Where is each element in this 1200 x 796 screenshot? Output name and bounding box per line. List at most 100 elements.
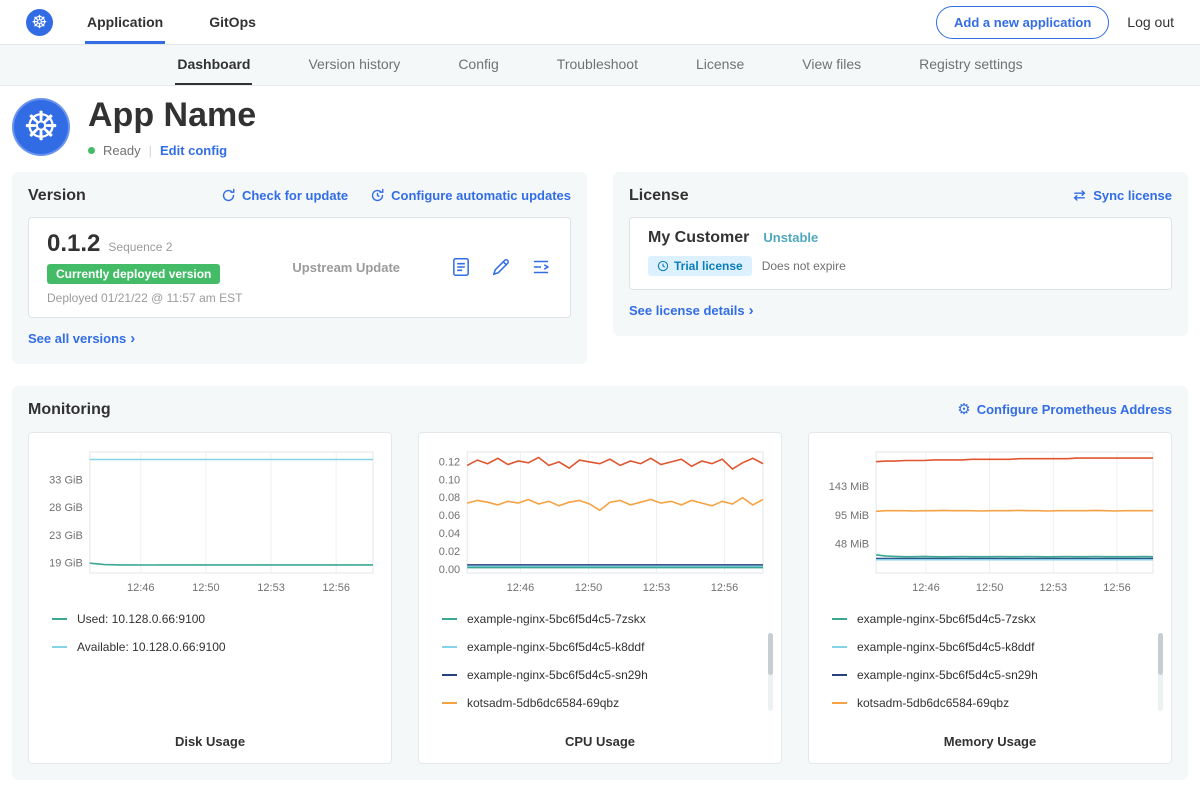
chevron-right-icon: › bbox=[130, 330, 135, 347]
legend-label: Available: 10.128.0.66:9100 bbox=[77, 640, 226, 654]
upstream-update-label: Upstream Update bbox=[242, 260, 450, 275]
legend-swatch-icon bbox=[442, 674, 457, 676]
svg-text:95 MiB: 95 MiB bbox=[835, 510, 869, 522]
legend-item: example-nginx-5bc6f5d4c5-7zskx bbox=[442, 612, 770, 626]
svg-text:48 MiB: 48 MiB bbox=[835, 538, 869, 550]
configure-automatic-updates-label: Configure automatic updates bbox=[391, 188, 571, 203]
legend-scrollbar[interactable] bbox=[768, 633, 773, 711]
tab-gitops[interactable]: GitOps bbox=[207, 0, 258, 44]
monitoring-links: ⚙ Configure Prometheus Address bbox=[957, 402, 1172, 417]
current-version-box: 0.1.2 Sequence 2 Currently deployed vers… bbox=[28, 217, 571, 318]
license-card-header: License Sync license bbox=[629, 187, 1172, 205]
memory-usage-panel: 12:4612:5012:5312:5648 MiB95 MiB143 MiB … bbox=[808, 432, 1172, 764]
cpu-usage-panel: 12:4612:5012:5312:560.000.020.040.060.08… bbox=[418, 432, 782, 764]
legend-swatch-icon bbox=[832, 618, 847, 620]
version-number-row: 0.1.2 Sequence 2 bbox=[47, 230, 242, 258]
edit-config-link[interactable]: Edit config bbox=[160, 143, 227, 158]
cpu-usage-chart: 12:4612:5012:5312:560.000.020.040.060.08… bbox=[430, 445, 770, 597]
circular-arrow-icon bbox=[370, 188, 385, 203]
scrollbar-thumb[interactable] bbox=[768, 633, 773, 675]
subnav-item-troubleshoot[interactable]: Troubleshoot bbox=[555, 45, 640, 85]
check-for-update-link[interactable]: Check for update bbox=[221, 188, 348, 203]
svg-text:0.06: 0.06 bbox=[439, 510, 460, 522]
edit-config-icon[interactable] bbox=[490, 256, 512, 278]
legend-item: example-nginx-5bc6f5d4c5-sn29h bbox=[442, 668, 770, 682]
top-navbar: ☸ Application GitOps Add a new applicati… bbox=[0, 0, 1200, 45]
svg-text:19 GiB: 19 GiB bbox=[49, 557, 83, 569]
version-action-icons bbox=[450, 256, 552, 278]
svg-text:0.10: 0.10 bbox=[439, 474, 460, 486]
version-card: Version Check for update Configure autom… bbox=[12, 172, 587, 364]
version-number: 0.1.2 bbox=[47, 230, 100, 258]
svg-text:12:56: 12:56 bbox=[1103, 582, 1131, 594]
legend-label: example-nginx-5bc6f5d4c5-sn29h bbox=[857, 668, 1038, 682]
svg-text:12:46: 12:46 bbox=[127, 582, 155, 594]
legend-scrollbar[interactable] bbox=[1158, 633, 1163, 711]
memory-usage-chart: 12:4612:5012:5312:5648 MiB95 MiB143 MiB bbox=[820, 445, 1160, 597]
see-license-details-label: See license details bbox=[629, 303, 745, 318]
svg-text:23 GiB: 23 GiB bbox=[49, 530, 83, 542]
subnav-item-license[interactable]: License bbox=[694, 45, 746, 85]
app-header: ☸ App Name Ready | Edit config bbox=[0, 86, 1200, 170]
disk-usage-panel: 12:4612:5012:5312:5619 GiB23 GiB28 GiB33… bbox=[28, 432, 392, 764]
main-content: Version Check for update Configure autom… bbox=[0, 170, 1200, 780]
sync-license-label: Sync license bbox=[1093, 188, 1172, 203]
svg-text:0.04: 0.04 bbox=[439, 528, 460, 540]
chart-line bbox=[876, 510, 1153, 511]
subnav-item-version-history[interactable]: Version history bbox=[306, 45, 402, 85]
subnav-item-registry-settings[interactable]: Registry settings bbox=[917, 45, 1024, 85]
legend-swatch-icon bbox=[832, 702, 847, 704]
svg-text:12:50: 12:50 bbox=[192, 582, 220, 594]
chart-line bbox=[467, 497, 763, 510]
release-notes-icon[interactable] bbox=[450, 256, 472, 278]
subnav-item-dashboard[interactable]: Dashboard bbox=[175, 45, 252, 85]
svg-text:33 GiB: 33 GiB bbox=[49, 474, 83, 486]
see-license-details-link[interactable]: See license details › bbox=[629, 302, 754, 319]
legend-item: kotsadm-5db6dc6584-69qbz bbox=[832, 696, 1160, 710]
configure-prometheus-link[interactable]: ⚙ Configure Prometheus Address bbox=[957, 402, 1172, 417]
cards-row: Version Check for update Configure autom… bbox=[12, 172, 1188, 364]
status-dot-icon bbox=[88, 147, 95, 154]
logout-link[interactable]: Log out bbox=[1127, 14, 1174, 30]
circular-arrow-icon bbox=[221, 188, 236, 203]
disk-usage-legend: Used: 10.128.0.66:9100 Available: 10.128.… bbox=[40, 612, 380, 728]
customer-name: My Customer bbox=[648, 229, 749, 247]
svg-text:0.12: 0.12 bbox=[439, 456, 460, 468]
svg-text:0.08: 0.08 bbox=[439, 492, 460, 504]
see-all-versions-link[interactable]: See all versions › bbox=[28, 330, 135, 347]
app-status-row: Ready | Edit config bbox=[88, 143, 256, 158]
chart-line bbox=[467, 457, 763, 469]
scrollbar-thumb[interactable] bbox=[1158, 633, 1163, 675]
legend-label: example-nginx-5bc6f5d4c5-7zskx bbox=[467, 612, 646, 626]
clock-icon bbox=[657, 260, 669, 272]
disk-usage-chart: 12:4612:5012:5312:5619 GiB23 GiB28 GiB33… bbox=[40, 445, 380, 597]
chevron-right-icon: › bbox=[749, 302, 754, 319]
page-title: App Name bbox=[88, 98, 256, 134]
legend-item: Used: 10.128.0.66:9100 bbox=[52, 612, 380, 626]
chart-line bbox=[90, 563, 373, 565]
svg-text:28 GiB: 28 GiB bbox=[49, 502, 83, 514]
chart-title: Disk Usage bbox=[40, 734, 380, 751]
legend-swatch-icon bbox=[442, 618, 457, 620]
monitoring-header: Monitoring ⚙ Configure Prometheus Addres… bbox=[28, 401, 1172, 419]
trial-license-badge: Trial license bbox=[648, 256, 752, 276]
subnav-item-config[interactable]: Config bbox=[456, 45, 500, 85]
svg-text:12:53: 12:53 bbox=[257, 582, 285, 594]
channel-name: Unstable bbox=[763, 230, 818, 245]
legend-label: example-nginx-5bc6f5d4c5-k8ddf bbox=[467, 640, 644, 654]
app-subnav: Dashboard Version history Config Trouble… bbox=[0, 45, 1200, 86]
monitoring-card: Monitoring ⚙ Configure Prometheus Addres… bbox=[12, 386, 1188, 780]
svg-text:143 MiB: 143 MiB bbox=[829, 481, 869, 493]
subnav-item-view-files[interactable]: View files bbox=[800, 45, 863, 85]
svg-text:12:56: 12:56 bbox=[711, 582, 739, 594]
tab-application[interactable]: Application bbox=[85, 0, 165, 44]
legend-swatch-icon bbox=[442, 702, 457, 704]
version-card-title: Version bbox=[28, 187, 86, 205]
check-for-update-label: Check for update bbox=[242, 188, 348, 203]
add-application-button[interactable]: Add a new application bbox=[936, 6, 1109, 39]
sync-license-link[interactable]: Sync license bbox=[1072, 188, 1172, 203]
svg-text:12:53: 12:53 bbox=[643, 582, 671, 594]
svg-text:12:53: 12:53 bbox=[1040, 582, 1068, 594]
configure-automatic-updates-link[interactable]: Configure automatic updates bbox=[370, 188, 571, 203]
view-diff-icon[interactable] bbox=[530, 256, 552, 278]
